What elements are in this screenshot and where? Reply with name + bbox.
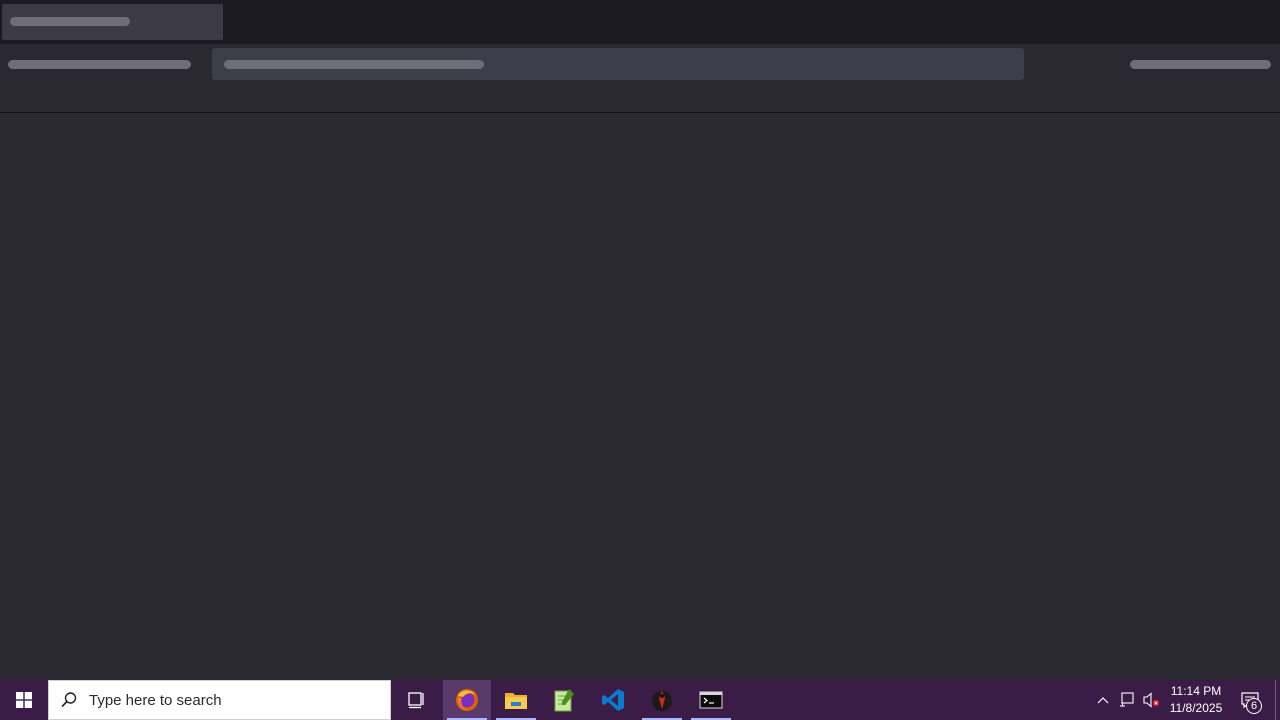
taskbar-app-kali[interactable] — [638, 680, 686, 720]
taskbar-app-file-explorer[interactable] — [492, 680, 540, 720]
page-content-area — [0, 113, 1280, 680]
toolbar-actions-skeleton — [1130, 60, 1271, 69]
show-desktop-button[interactable] — [1275, 680, 1280, 720]
taskbar: Type here to search 11:14 PM 11/8/2025 — [0, 680, 1280, 720]
vscode-icon — [602, 689, 624, 711]
file-explorer-icon — [505, 693, 527, 709]
browser-toolbar — [0, 44, 1280, 113]
chevron-up-icon — [1097, 697, 1109, 704]
network-tray-button[interactable] — [1116, 680, 1138, 720]
taskbar-app-notepad-plus-plus[interactable] — [540, 680, 588, 720]
volume-muted-icon — [1143, 692, 1160, 708]
url-bar-placeholder[interactable] — [212, 48, 1024, 80]
browser-tab-strip — [0, 0, 1280, 44]
firefox-icon — [456, 689, 478, 711]
notepad-plus-plus-icon — [554, 689, 574, 712]
taskbar-app-vscode[interactable] — [589, 680, 637, 720]
tab-title-skeleton — [10, 17, 130, 26]
task-view-button[interactable] — [392, 680, 440, 720]
show-hidden-icons-button[interactable] — [1092, 680, 1114, 720]
notification-count-badge: 6 — [1246, 698, 1262, 714]
taskbar-clock[interactable]: 11:14 PM 11/8/2025 — [1164, 680, 1228, 720]
terminal-icon — [699, 691, 723, 709]
taskbar-app-firefox[interactable] — [443, 680, 491, 720]
network-icon — [1120, 692, 1134, 707]
taskbar-search-box[interactable]: Type here to search — [48, 680, 391, 720]
clock-time: 11:14 PM — [1170, 684, 1222, 698]
search-placeholder: Type here to search — [89, 691, 222, 709]
kali-dragon-icon — [652, 691, 672, 711]
clock-date: 11/8/2025 — [1169, 701, 1223, 715]
task-view-icon — [408, 692, 424, 709]
nav-buttons-skeleton — [8, 60, 191, 69]
tab-placeholder[interactable] — [2, 4, 223, 40]
taskbar-app-terminal[interactable] — [687, 680, 735, 720]
windows-icon — [16, 692, 32, 708]
start-button[interactable] — [0, 680, 48, 720]
search-icon — [49, 691, 89, 709]
volume-tray-button[interactable] — [1140, 680, 1162, 720]
notification-count: 6 — [1250, 700, 1258, 712]
url-text-skeleton — [224, 60, 484, 69]
